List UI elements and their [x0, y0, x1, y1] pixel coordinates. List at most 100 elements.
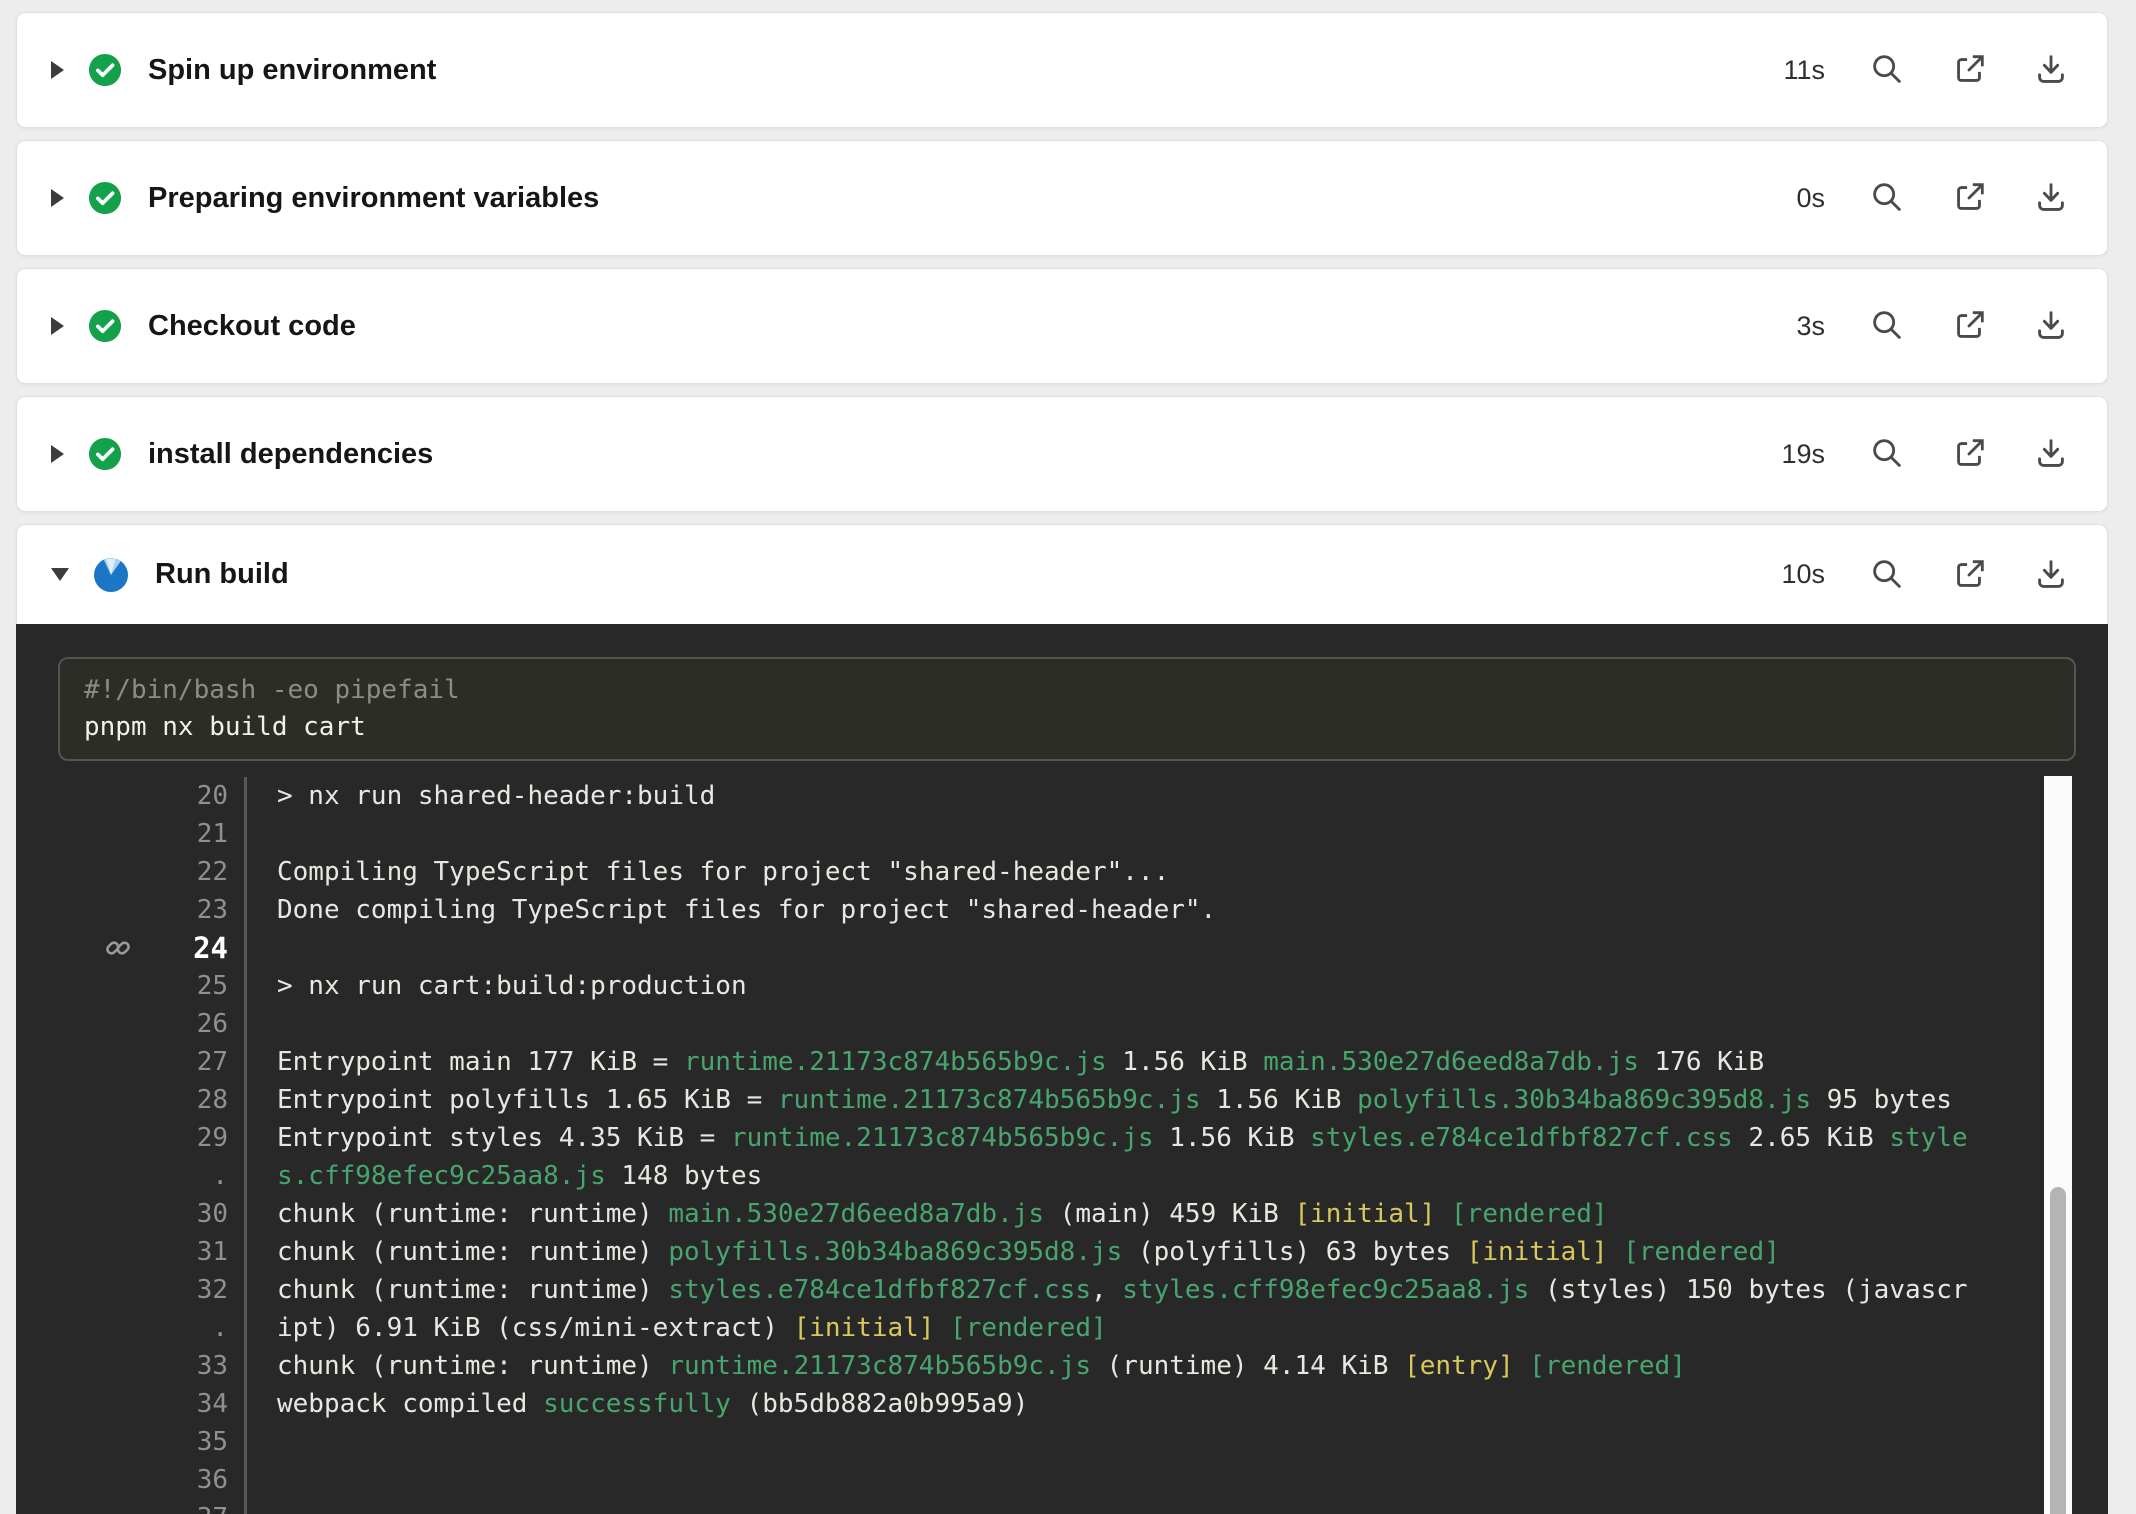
step-row-install-dependencies[interactable]: install dependencies 19s [16, 396, 2108, 512]
log-text: Done compiling TypeScript files for proj… [244, 891, 2108, 929]
log-text: chunk (runtime: runtime) polyfills.30b34… [244, 1233, 2108, 1271]
log-text [244, 1499, 2108, 1514]
step-title: Run build [155, 558, 289, 591]
log-line: 29 Entrypoint styles 4.35 KiB = runtime.2… [16, 1119, 2108, 1157]
caret-down-icon [51, 568, 69, 581]
log-line: 21 [16, 815, 2108, 853]
caret-right-icon [51, 61, 64, 79]
log-line: 25 > nx run cart:build:production [16, 967, 2108, 1005]
build-steps-page: Spin up environment 11s Preparing enviro… [0, 12, 2136, 1514]
step-title: Spin up environment [148, 54, 436, 87]
log-text: > nx run shared-header:build [244, 777, 2108, 815]
check-circle-icon [88, 53, 122, 87]
log-text: Compiling TypeScript files for project "… [244, 853, 2108, 891]
line-number[interactable]: . [16, 1309, 228, 1347]
log-line: 22 Compiling TypeScript files for project… [16, 853, 2108, 891]
log-text: Entrypoint styles 4.35 KiB = runtime.211… [244, 1119, 2108, 1157]
search-logs-button[interactable] [1867, 306, 1907, 346]
step-duration: 0s [1769, 183, 1825, 214]
line-number[interactable]: 31 [16, 1233, 228, 1271]
log-text: chunk (runtime: runtime) runtime.21173c8… [244, 1347, 2108, 1385]
search-logs-button[interactable] [1867, 50, 1907, 90]
log-line: 26 [16, 1005, 2108, 1043]
log-line: 31 chunk (runtime: runtime) polyfills.30b… [16, 1233, 2108, 1271]
step-duration: 10s [1769, 559, 1825, 590]
line-number[interactable]: 34 [16, 1385, 228, 1423]
log-line: 34 webpack compiled successfully (bb5db88… [16, 1385, 2108, 1423]
open-in-new-button[interactable] [1949, 434, 1989, 474]
log-lines: 20 > nx run shared-header:build 2122 Compil… [16, 777, 2108, 1514]
log-text: Entrypoint polyfills 1.65 KiB = runtime.… [244, 1081, 2108, 1119]
open-in-new-button[interactable] [1949, 50, 1989, 90]
log-text: ipt) 6.91 KiB (css/mini-extract) [initia… [244, 1309, 2108, 1347]
log-text: webpack compiled successfully (bb5db882a… [244, 1385, 2108, 1423]
line-number[interactable]: 26 [16, 1005, 228, 1043]
step-row-preparing-environment-variables[interactable]: Preparing environment variables 0s [16, 140, 2108, 256]
download-logs-button[interactable] [2031, 306, 2071, 346]
line-number[interactable]: 29 [16, 1119, 228, 1157]
line-number[interactable]: 33 [16, 1347, 228, 1385]
step-duration: 11s [1769, 55, 1825, 86]
log-text [244, 929, 2108, 967]
line-number[interactable]: 22 [16, 853, 228, 891]
check-circle-icon [88, 437, 122, 471]
caret-right-icon [51, 445, 64, 463]
open-in-new-button[interactable] [1949, 555, 1989, 595]
search-logs-button[interactable] [1867, 555, 1907, 595]
line-number[interactable]: 30 [16, 1195, 228, 1233]
download-logs-button[interactable] [2031, 434, 2071, 474]
terminal-output-panel: #!/bin/bash -eo pipefail pnpm nx build c… [16, 624, 2108, 1514]
line-number[interactable]: 35 [16, 1423, 228, 1461]
line-number[interactable]: 36 [16, 1461, 228, 1499]
log-line: 30chunk (runtime: runtime) main.530e27d6… [16, 1195, 2108, 1233]
search-logs-button[interactable] [1867, 434, 1907, 474]
line-number[interactable]: . [16, 1157, 228, 1195]
log-text: chunk (runtime: runtime) styles.e784ce1d… [244, 1271, 2108, 1309]
log-line: . ipt) 6.91 KiB (css/mini-extract) [initi… [16, 1309, 2108, 1347]
check-circle-icon [88, 309, 122, 343]
open-in-new-button[interactable] [1949, 178, 1989, 218]
log-line: 37 [16, 1499, 2108, 1514]
line-number[interactable]: 23 [16, 891, 228, 929]
line-number[interactable]: 32 [16, 1271, 228, 1309]
command-line: pnpm nx build cart [84, 709, 2050, 746]
log-line: 33 chunk (runtime: runtime) runtime.21173… [16, 1347, 2108, 1385]
download-logs-button[interactable] [2031, 50, 2071, 90]
log-text: > nx run cart:build:production [244, 967, 2108, 1005]
line-number[interactable]: 21 [16, 815, 228, 853]
step-duration: 19s [1769, 439, 1825, 470]
line-number[interactable]: 37 [16, 1499, 228, 1514]
caret-right-icon [51, 189, 64, 207]
line-number[interactable]: 25 [16, 967, 228, 1005]
line-number[interactable]: 28 [16, 1081, 228, 1119]
log-line: 24 [16, 929, 2108, 967]
download-logs-button[interactable] [2031, 555, 2071, 595]
log-text: s.cff98efec9c25aa8.js 148 bytes [244, 1157, 2108, 1195]
line-number[interactable]: 20 [16, 777, 228, 815]
step-title: Checkout code [148, 310, 356, 343]
check-circle-icon [88, 181, 122, 215]
log-text [244, 1423, 2108, 1461]
download-logs-button[interactable] [2031, 178, 2071, 218]
step-title: install dependencies [148, 438, 433, 471]
log-line: 35 [16, 1423, 2108, 1461]
log-line: . s.cff98efec9c25aa8.js 148 bytes [16, 1157, 2108, 1195]
log-line: 32 chunk (runtime: runtime) styles.e784ce… [16, 1271, 2108, 1309]
step-row-spin-up-environment[interactable]: Spin up environment 11s [16, 12, 2108, 128]
line-number[interactable]: 24 [16, 929, 228, 967]
command-box: #!/bin/bash -eo pipefail pnpm nx build c… [58, 657, 2076, 761]
step-row-checkout-code[interactable]: Checkout code 3s [16, 268, 2108, 384]
log-line: 23 Done compiling TypeScript files for pr… [16, 891, 2108, 929]
open-in-new-button[interactable] [1949, 306, 1989, 346]
log-line: 28 Entrypoint polyfills 1.65 KiB = runtim… [16, 1081, 2108, 1119]
terminal-scrollbar-thumb[interactable] [2050, 1187, 2066, 1514]
line-number[interactable]: 27 [16, 1043, 228, 1081]
step-row-run-build[interactable]: Run build 10s [16, 524, 2108, 624]
log-line: 27Entrypoint main 177 KiB = runtime.2117… [16, 1043, 2108, 1081]
step-duration: 3s [1769, 311, 1825, 342]
log-line: 36 [16, 1461, 2108, 1499]
caret-right-icon [51, 317, 64, 335]
step-group-run-build: Run build 10s #!/bin/bash -eo pipefail p… [16, 524, 2108, 1514]
search-logs-button[interactable] [1867, 178, 1907, 218]
terminal-scrollbar-track[interactable] [2044, 776, 2072, 1514]
